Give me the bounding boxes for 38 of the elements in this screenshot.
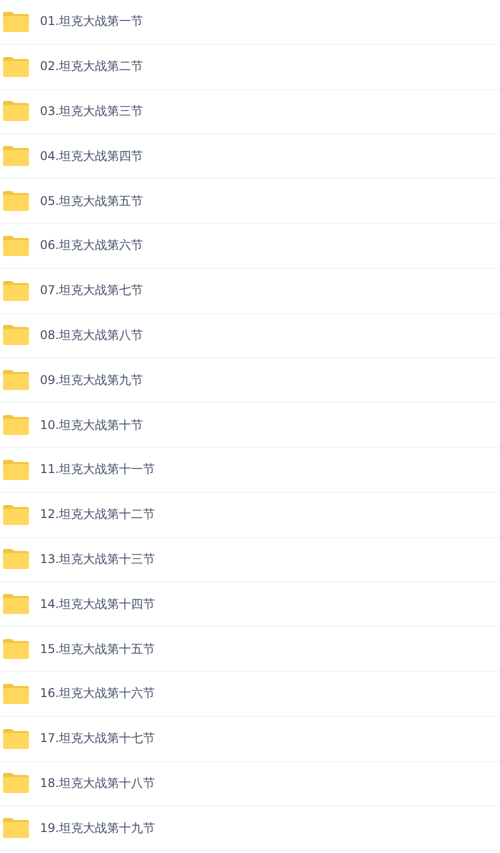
folder-name[interactable]: 02.坦克大战第二节 xyxy=(40,58,144,76)
folder-icon xyxy=(2,593,30,616)
folder-icon xyxy=(2,638,30,660)
folder-icon xyxy=(2,190,30,212)
folder-icon xyxy=(2,234,30,257)
folder-icon xyxy=(2,772,30,794)
folder-name[interactable]: 06.坦克大战第六节 xyxy=(40,237,144,254)
folder-name[interactable]: 14.坦克大战第十四节 xyxy=(40,596,156,613)
folder-icon xyxy=(2,145,30,168)
folder-name[interactable]: 15.坦克大战第十五节 xyxy=(40,640,156,658)
folder-name[interactable]: 18.坦克大战第十八节 xyxy=(40,774,156,792)
folder-icon xyxy=(2,817,30,840)
folder-icon xyxy=(2,728,30,750)
folder-icon xyxy=(2,324,30,346)
folder-name[interactable]: 17.坦克大战第十七节 xyxy=(40,730,156,748)
folder-name[interactable]: 05.坦克大战第五节 xyxy=(40,192,144,210)
folder-name[interactable]: 04.坦克大战第四节 xyxy=(40,148,144,165)
folder-icon xyxy=(2,280,30,302)
folder-name[interactable]: 09.坦克大战第九节 xyxy=(40,372,144,389)
folder-name[interactable]: 12.坦克大战第十二节 xyxy=(40,506,156,524)
folder-name[interactable]: 07.坦克大战第七节 xyxy=(40,282,144,300)
folder-name[interactable]: 16.坦克大战第十六节 xyxy=(40,685,156,702)
folder-icon xyxy=(2,56,30,78)
folder-name[interactable]: 08.坦克大战第八节 xyxy=(40,326,144,344)
folder-icon xyxy=(2,682,30,705)
folder-icon xyxy=(2,458,30,481)
folder-icon xyxy=(2,10,30,33)
folder-name[interactable]: 13.坦克大战第十三节 xyxy=(40,550,156,568)
folder-name[interactable]: 01.坦克大战第一节 xyxy=(40,13,144,30)
folder-name[interactable]: 03.坦克大战第三节 xyxy=(40,102,144,120)
folder-icon xyxy=(2,504,30,526)
folder-name[interactable]: 11.坦克大战第十一节 xyxy=(40,461,156,478)
folder-icon xyxy=(2,369,30,392)
folder-icon xyxy=(2,100,30,122)
folder-icon xyxy=(2,548,30,570)
folder-name[interactable]: 19.坦克大战第十九节 xyxy=(40,820,156,837)
folder-icon xyxy=(2,414,30,436)
folder-name[interactable]: 10.坦克大战第十节 xyxy=(40,416,144,434)
